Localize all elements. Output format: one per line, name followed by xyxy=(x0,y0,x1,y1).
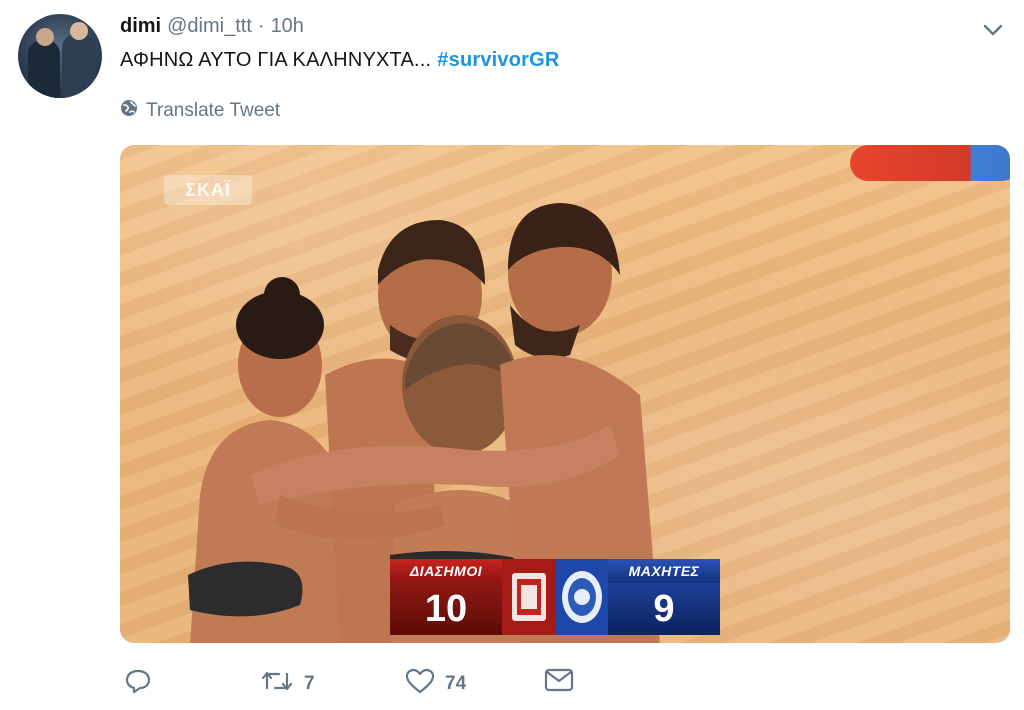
like-count: 74 xyxy=(445,673,467,694)
user-handle[interactable]: @dimi_ttt xyxy=(167,15,252,38)
reply-icon xyxy=(124,668,152,700)
like-button[interactable]: 74 xyxy=(405,668,466,700)
direct-message-button[interactable] xyxy=(544,668,574,698)
separator-dot: · xyxy=(257,15,265,37)
reply-button[interactable] xyxy=(124,668,152,700)
user-name[interactable]: dimi xyxy=(120,15,161,38)
tweet-header: dimi @dimi_ttt · 10h xyxy=(120,15,304,38)
tweet-timestamp[interactable]: 10h xyxy=(271,15,304,38)
tweet-actions: 7 74 xyxy=(120,668,600,702)
right-team-emblem xyxy=(555,559,608,635)
right-team-name: ΜΑΧΗΤΕΣ xyxy=(608,559,720,583)
left-team-score: 10 xyxy=(390,583,502,635)
translate-label: Translate Tweet xyxy=(146,100,281,121)
retweet-button[interactable]: 7 xyxy=(260,668,315,700)
scoreboard: ΔΙΑΣΗΜΟΙ 10 ΜΑΧΗΤΕΣ 9 xyxy=(390,559,720,639)
heart-icon xyxy=(405,668,435,700)
right-team-score: 9 xyxy=(608,583,720,635)
globe-icon xyxy=(120,99,138,123)
left-team-emblem xyxy=(502,559,555,635)
chevron-down-icon[interactable] xyxy=(980,18,1006,42)
left-team-name: ΔΙΑΣΗΜΟΙ xyxy=(390,559,502,583)
avatar[interactable] xyxy=(18,14,102,98)
tweet-body: ΑΦΗΝΩ ΑΥΤΟ ΓΙΑ ΚΑΛΗΝΥΧΤΑ... xyxy=(120,49,432,71)
tweet-media-image[interactable]: ΣΚΑΪ ΔΙΑΣΗΜΟΙ 10 ΜΑΧΗΤΕΣ 9 xyxy=(120,145,1010,643)
translate-tweet-link[interactable]: Translate Tweet xyxy=(120,99,280,123)
tweet-text: ΑΦΗΝΩ ΑΥΤΟ ΓΙΑ ΚΑΛΗΝΥΧΤΑ... #survivorGR xyxy=(120,49,560,72)
hashtag-link[interactable]: #survivorGR xyxy=(437,49,559,71)
retweet-count: 7 xyxy=(304,673,315,694)
retweet-icon xyxy=(260,668,294,700)
beach-object xyxy=(850,145,1010,181)
envelope-icon xyxy=(544,668,574,698)
